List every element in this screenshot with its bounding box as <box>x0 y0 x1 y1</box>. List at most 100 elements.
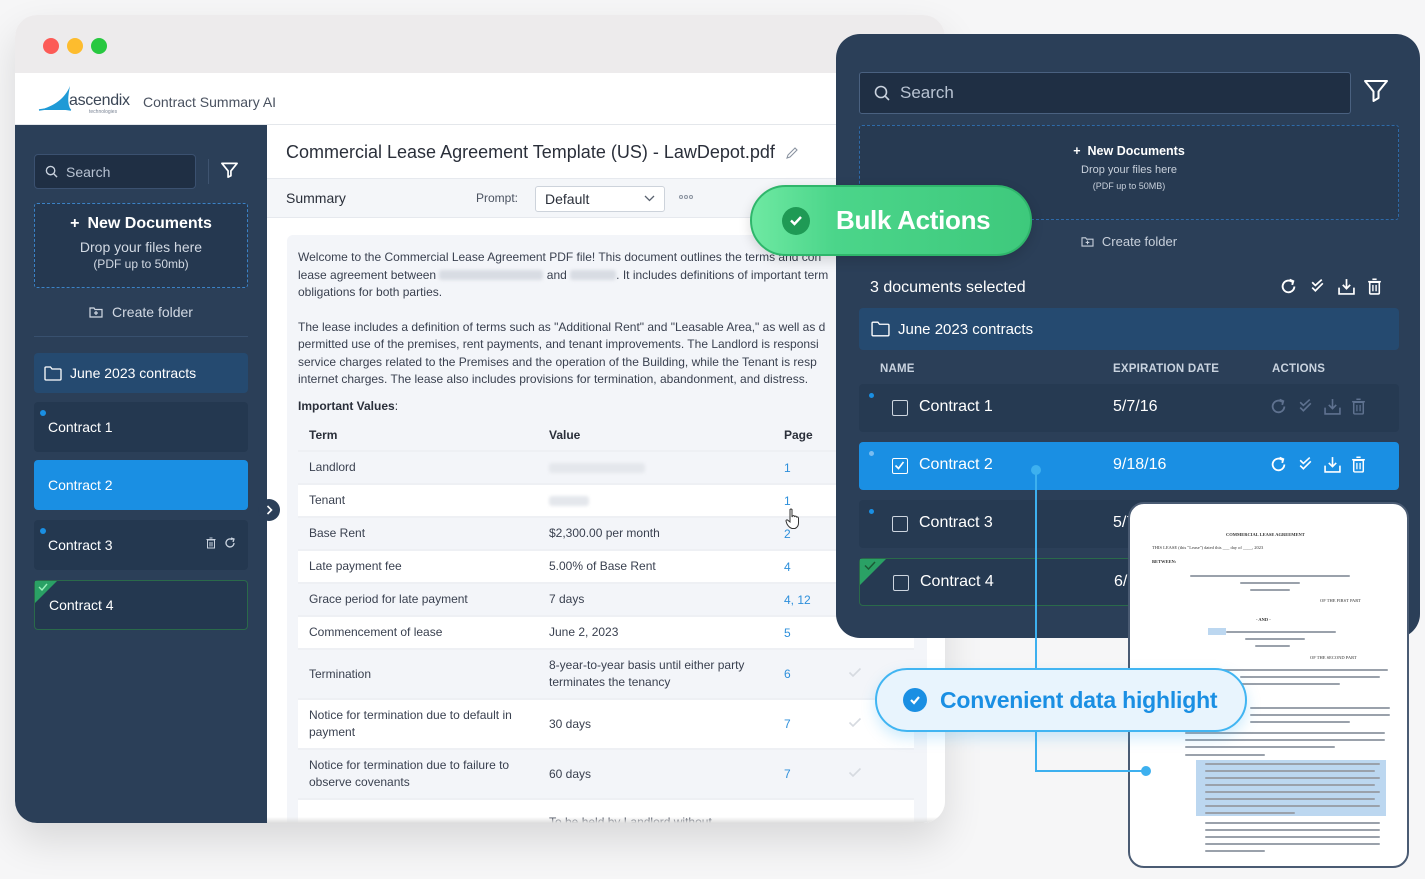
page-link[interactable]: 7 <box>784 767 791 781</box>
bulk-refresh-icon[interactable] <box>1280 278 1297 295</box>
plus-icon: + <box>70 215 80 232</box>
page-link[interactable]: 7 <box>784 717 791 731</box>
panel-search[interactable] <box>859 72 1351 114</box>
page-link[interactable]: 4, 12 <box>784 593 811 607</box>
more-options-button[interactable] <box>679 195 693 199</box>
document-row[interactable]: Contract 2 9/18/16 <box>859 442 1399 490</box>
refresh-icon[interactable] <box>1270 456 1287 473</box>
bulk-download-icon[interactable] <box>1338 278 1355 295</box>
approve-icon[interactable] <box>1297 398 1314 415</box>
verify-check-icon[interactable] <box>848 767 862 781</box>
sidebar-contract-3[interactable]: Contract 3 <box>34 520 248 570</box>
value-cell: $2,300.00 per month <box>549 526 660 540</box>
document-name: Contract 3 <box>919 514 993 531</box>
folder-plus-icon <box>1081 236 1094 247</box>
column-header-actions: ACTIONS <box>1272 363 1326 375</box>
table-row: Termination 8-year-to-year basis until ei… <box>298 650 914 700</box>
sidebar-contract-4[interactable]: Contract 4 <box>34 580 248 630</box>
column-header-name[interactable]: NAME <box>880 363 915 375</box>
bulk-approve-icon[interactable] <box>1309 278 1326 295</box>
folder-june-2023[interactable]: June 2023 contracts <box>34 353 248 393</box>
page-link[interactable]: 1 <box>784 494 791 508</box>
panel-folder-june-2023[interactable]: June 2023 contracts <box>859 308 1399 350</box>
upload-dropzone[interactable]: + New Documents Drop your files here (PDF… <box>34 203 248 288</box>
page-link[interactable]: 6 <box>784 667 791 681</box>
term-cell: Commencement of lease <box>309 625 443 639</box>
value-cell: 7 days <box>549 592 585 606</box>
app-title: Contract Summary AI <box>143 93 277 110</box>
edit-pencil-icon[interactable] <box>785 146 799 160</box>
create-folder-label: Create folder <box>1101 233 1178 249</box>
drop-limit: (PDF up to 50mb) <box>93 257 189 271</box>
filter-icon[interactable] <box>220 161 239 179</box>
collapse-sidebar-button[interactable] <box>258 499 280 521</box>
expiration-date: 5/7/16 <box>1113 398 1158 415</box>
connector-line <box>1035 770 1147 772</box>
term-cell: Landlord <box>309 460 356 474</box>
divider <box>208 159 209 184</box>
table-row: Grace period for late payment 7 days 4, 12 <box>298 584 914 617</box>
folder-name: June 2023 contracts <box>898 320 1034 338</box>
approve-icon[interactable] <box>1297 456 1314 473</box>
document-name: Contract 1 <box>919 398 993 415</box>
prompt-select[interactable]: Default <box>535 186 665 212</box>
summary-line: lease agreement between <box>298 267 437 282</box>
table-row: Landlord 1 <box>298 452 914 485</box>
table-row: Tenant 1 <box>298 485 914 518</box>
chevron-down-icon <box>644 195 655 202</box>
download-icon[interactable] <box>1324 398 1341 415</box>
row-checkbox[interactable] <box>892 400 908 416</box>
bulk-delete-icon[interactable] <box>1367 278 1382 295</box>
new-documents-label: New Documents <box>87 215 212 232</box>
verify-check-icon[interactable] <box>848 717 862 731</box>
delete-icon[interactable] <box>1351 398 1366 415</box>
document-name: Contract 4 <box>920 573 994 590</box>
verify-check-icon[interactable] <box>848 667 862 681</box>
document-title-row: Commercial Lease Agreement Template (US)… <box>286 142 799 163</box>
filter-icon[interactable] <box>1363 79 1389 103</box>
close-window-button[interactable] <box>43 38 59 54</box>
delete-icon[interactable] <box>1351 456 1366 473</box>
contract-name: Contract 4 <box>49 597 114 613</box>
sidebar-contract-2[interactable]: Contract 2 <box>34 460 248 510</box>
unread-dot-icon <box>869 451 874 456</box>
contract-name: Contract 2 <box>48 477 113 493</box>
row-checkbox[interactable] <box>892 516 908 532</box>
new-documents-label: New Documents <box>1087 144 1185 158</box>
column-header-expiration[interactable]: EXPIRATION DATE <box>1113 363 1219 375</box>
tab-summary[interactable]: Summary <box>286 190 346 206</box>
sidebar-search[interactable] <box>34 154 196 189</box>
search-icon <box>45 165 58 178</box>
document-row[interactable]: Contract 1 5/7/16 <box>859 384 1399 432</box>
refresh-icon[interactable] <box>1270 398 1287 415</box>
row-checkbox[interactable] <box>892 458 908 474</box>
maximize-window-button[interactable] <box>91 38 107 54</box>
term-cell: Late payment fee <box>309 559 402 573</box>
table-header: Term Value Page <box>298 420 914 452</box>
refresh-icon[interactable] <box>224 537 236 549</box>
term-cell: Base Rent <box>309 526 366 540</box>
panel-search-input[interactable] <box>900 83 1300 103</box>
page-link[interactable]: 1 <box>784 461 791 475</box>
header-term: Term <box>309 427 338 442</box>
create-folder-button[interactable]: Create folder <box>34 297 248 327</box>
row-actions <box>1270 398 1366 415</box>
minimize-window-button[interactable] <box>67 38 83 54</box>
check-circle-icon <box>903 688 927 712</box>
term-cell: Notice for termination due to default in… <box>309 708 512 739</box>
pdf-between: BETWEEN: <box>1152 559 1177 564</box>
pdf-second-part: OF THE SECOND PART <box>1310 655 1357 660</box>
download-icon[interactable] <box>1324 456 1341 473</box>
sidebar-search-input[interactable] <box>66 163 186 180</box>
table-row: Commencement of lease June 2, 2023 5 <box>298 617 914 650</box>
pdf-heading: COMMERCIAL LEASE AGREEMENT <box>1226 532 1305 537</box>
unread-dot-icon <box>869 393 874 398</box>
drop-hint: Drop your files here <box>1081 164 1177 176</box>
page-link[interactable]: 4 <box>784 560 791 574</box>
trash-icon[interactable] <box>206 537 216 549</box>
row-checkbox[interactable] <box>893 575 909 591</box>
page-link[interactable]: 5 <box>784 626 791 640</box>
sidebar-contract-1[interactable]: Contract 1 <box>34 402 248 452</box>
summary-line: The lease includes a definition of terms… <box>298 319 826 334</box>
highlighted-tenant-name <box>1208 628 1226 635</box>
